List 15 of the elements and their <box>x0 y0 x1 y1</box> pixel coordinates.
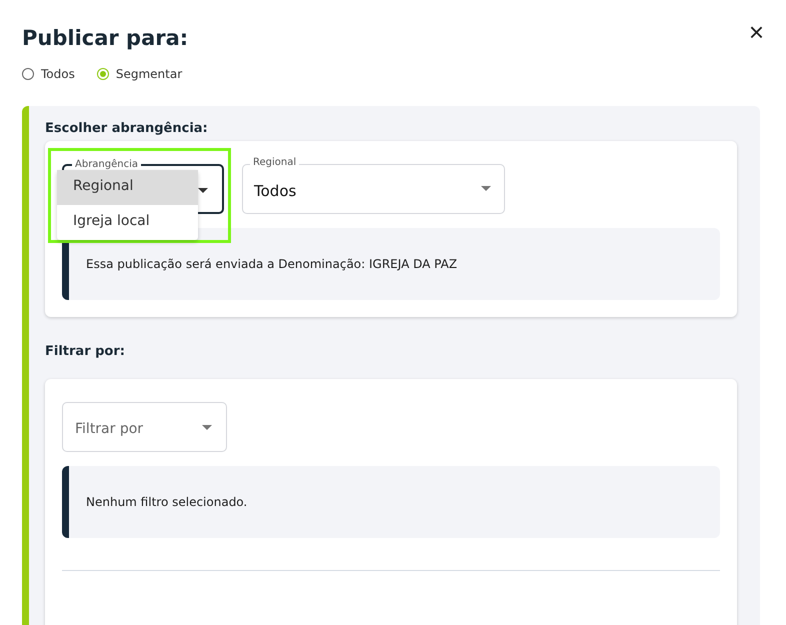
menu-item[interactable]: Regional <box>57 170 198 205</box>
radio-option[interactable]: Segmentar <box>96 67 182 81</box>
section-heading: Escolher abrangência: <box>45 120 209 138</box>
info-message: Nenhum filtro selecionado. <box>62 466 720 538</box>
caret-icon <box>202 425 212 430</box>
close-button[interactable]: × <box>748 22 764 42</box>
info-message: Essa publicação será enviada a Denominação: IGREJA DA PAZ <box>62 228 720 300</box>
filter-select[interactable]: Filtrar por <box>62 402 227 452</box>
radio-icon[interactable] <box>22 68 34 80</box>
section-heading: Filtrar por: <box>45 343 126 361</box>
caret-icon <box>481 186 491 191</box>
dialog-title: Publicar para: <box>22 26 188 50</box>
radio-icon[interactable] <box>96 68 109 80</box>
caret-icon <box>198 188 208 193</box>
radio-option[interactable]: Todos <box>22 67 75 81</box>
